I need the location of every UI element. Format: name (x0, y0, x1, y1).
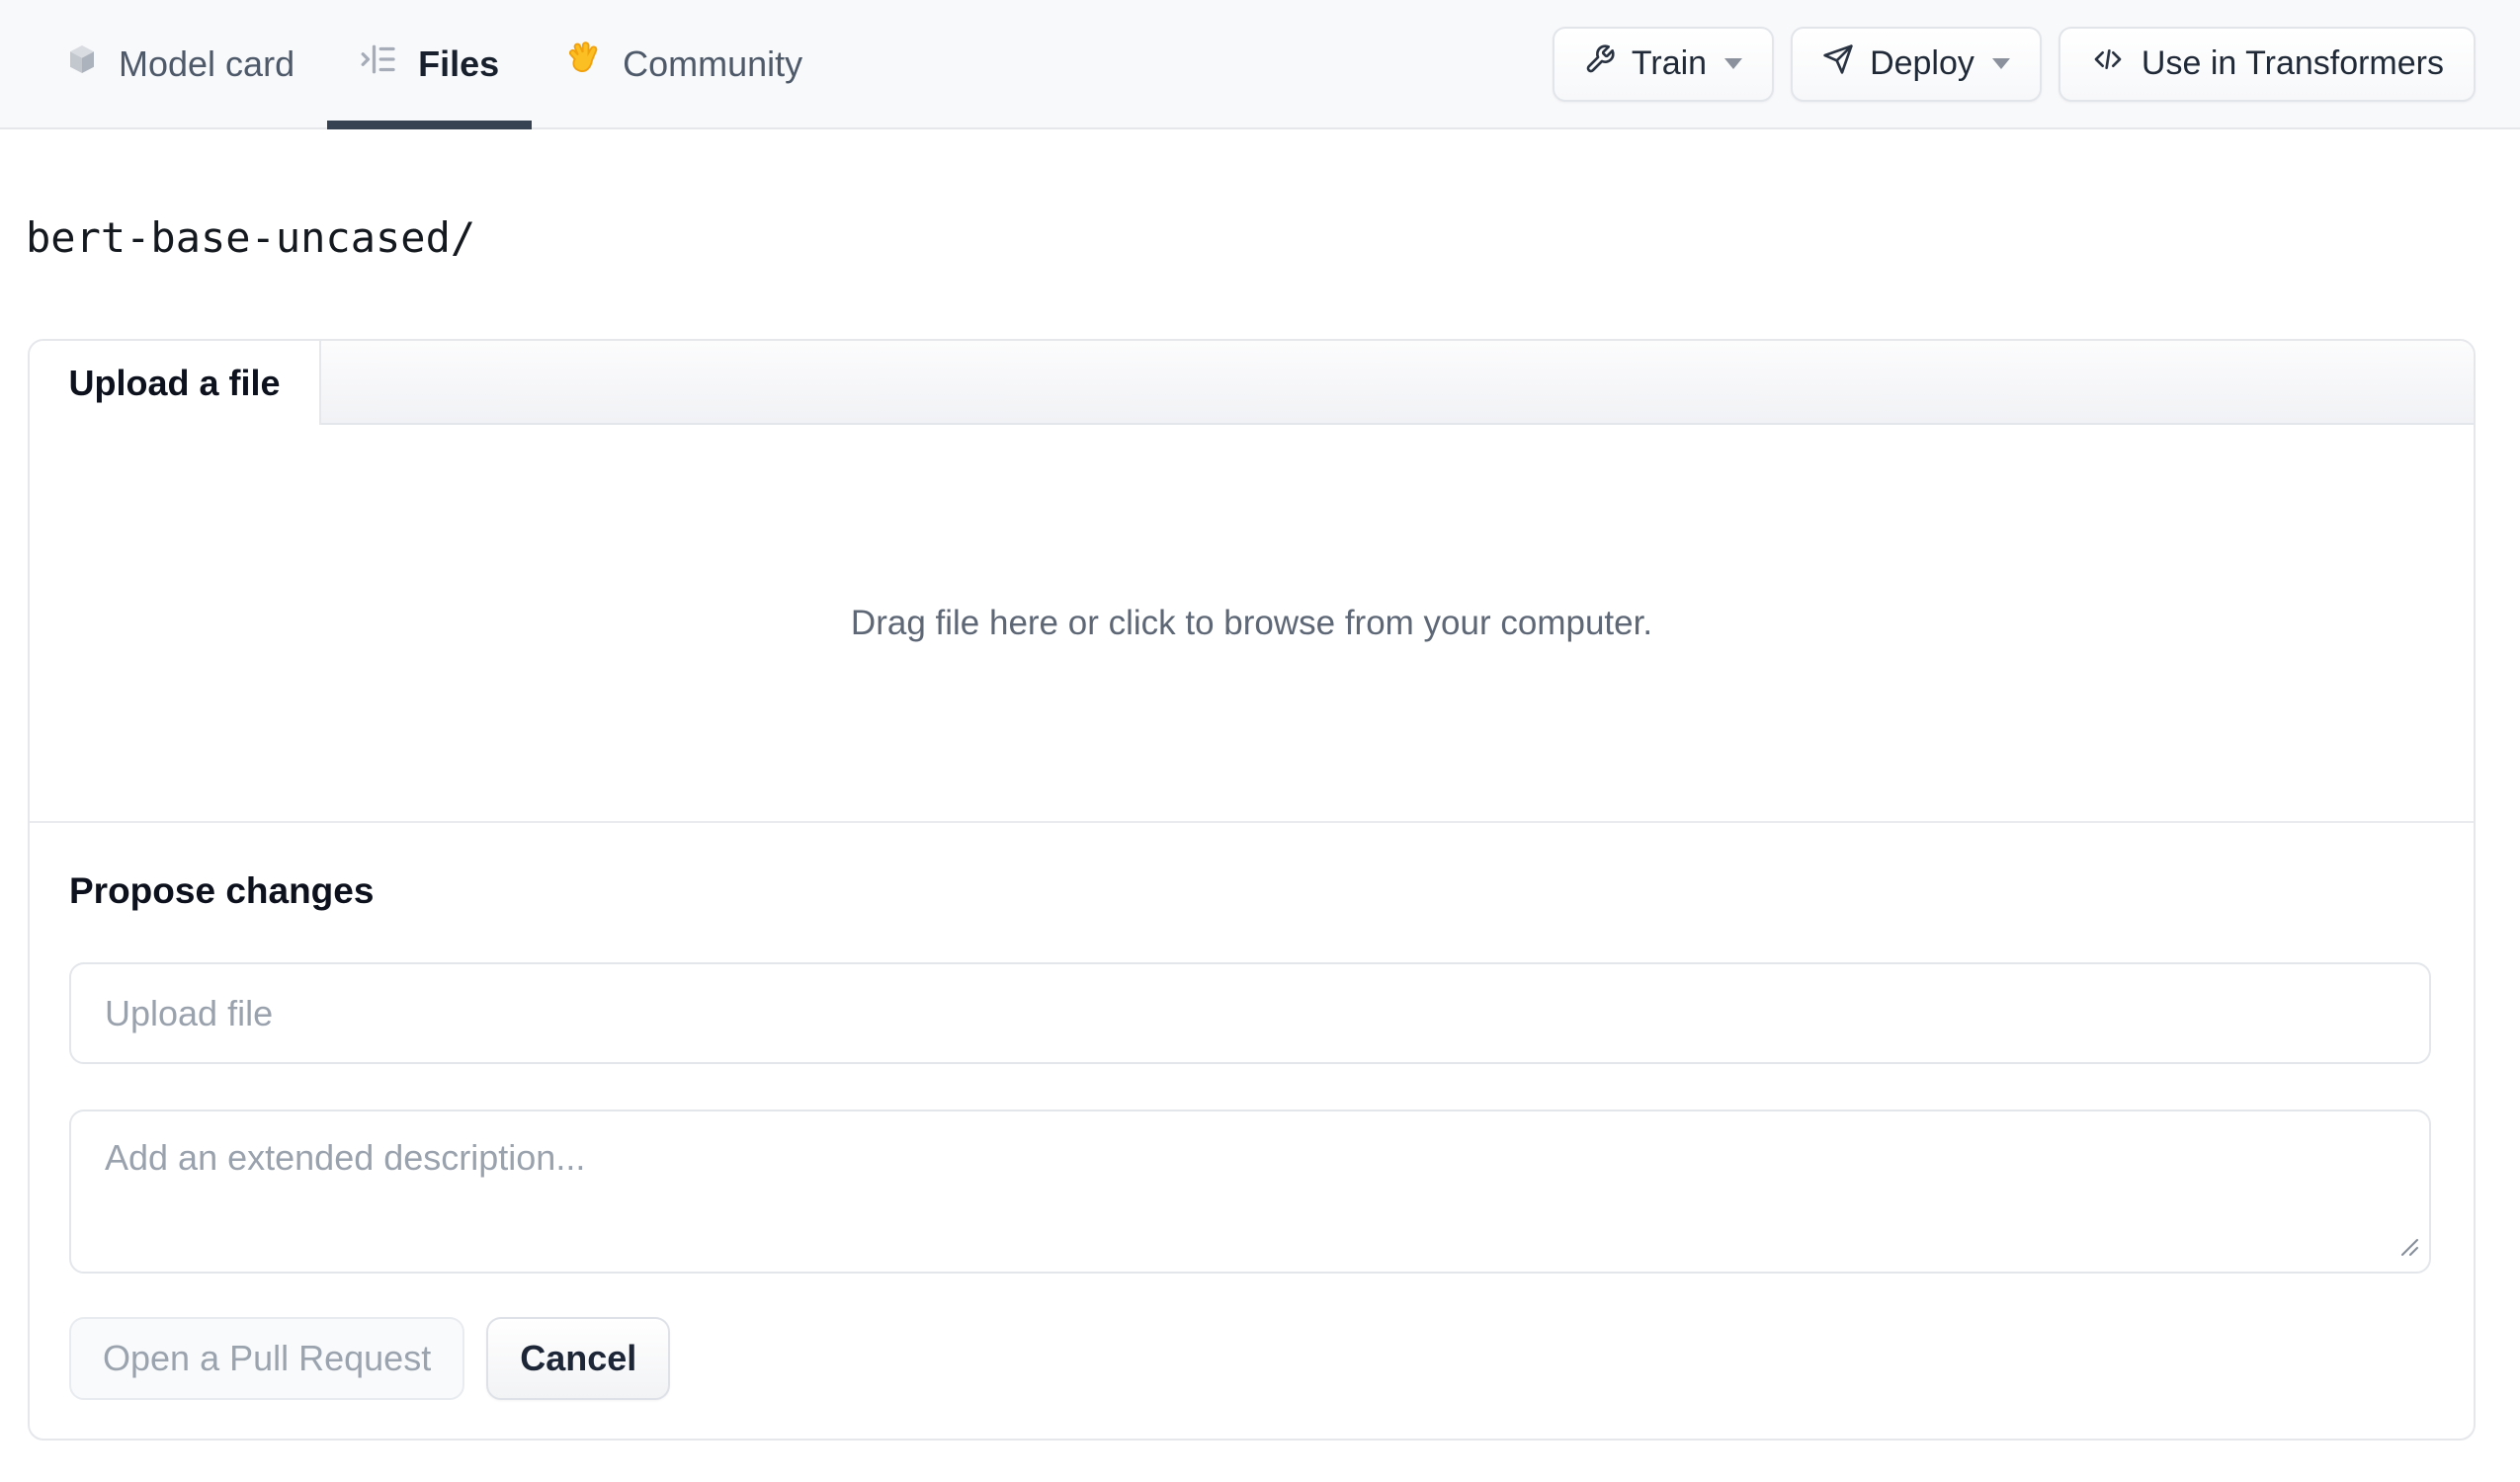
rocket-icon (1822, 43, 1854, 84)
code-icon (2090, 43, 2126, 84)
wrench-icon (1584, 43, 1616, 84)
textarea-resize-handle-icon[interactable] (2397, 1235, 2419, 1262)
train-button[interactable]: Train (1552, 26, 1775, 102)
tab-community[interactable]: Community (532, 0, 835, 127)
use-in-transformers-button[interactable]: Use in Transformers (2058, 26, 2476, 102)
file-dropzone[interactable]: Drag file here or click to browse from y… (30, 425, 2474, 823)
propose-changes-section: Propose changes Open a Pull Request Canc… (30, 823, 2474, 1400)
cube-icon (66, 42, 98, 85)
repo-path-text: bert-base-uncased/ (26, 213, 476, 262)
tabstrip-filler (321, 341, 2474, 425)
open-pull-request-button[interactable]: Open a Pull Request (69, 1317, 465, 1400)
tab-upload-a-file-label: Upload a file (68, 362, 281, 403)
description-field-wrapper (69, 1110, 2431, 1274)
tab-community-label: Community (623, 42, 803, 84)
active-tab-underline (327, 121, 533, 129)
tab-files-label: Files (418, 42, 500, 84)
upload-filename-input[interactable] (69, 962, 2431, 1064)
repo-tabs: Model card Files Community (34, 0, 835, 129)
tab-upload-a-file[interactable]: Upload a file (30, 341, 321, 425)
train-button-label: Train (1631, 44, 1708, 82)
use-in-transformers-label: Use in Transformers (2141, 44, 2444, 82)
file-tree-icon (360, 41, 397, 86)
deploy-button[interactable]: Deploy (1791, 26, 2042, 102)
cancel-button[interactable]: Cancel (486, 1317, 671, 1400)
breadcrumb: bert-base-uncased/ (26, 213, 2520, 262)
upload-card: Upload a file Drag file here or click to… (28, 339, 2476, 1441)
chevron-down-icon (1724, 58, 1743, 69)
tab-model-card-label: Model card (119, 42, 295, 84)
waving-hand-icon (564, 41, 602, 87)
propose-actions-row: Open a Pull Request Cancel (69, 1317, 2431, 1400)
extended-description-textarea[interactable] (69, 1110, 2431, 1274)
repo-nav-bar: Model card Files Community Train Deploy … (0, 0, 2520, 129)
deploy-button-label: Deploy (1870, 44, 1974, 82)
dropzone-hint-text: Drag file here or click to browse from y… (850, 603, 1653, 642)
propose-changes-heading: Propose changes (69, 870, 375, 911)
tab-model-card[interactable]: Model card (34, 0, 327, 127)
repo-action-buttons: Train Deploy Use in Transformers (1552, 0, 2476, 127)
upload-card-tabstrip: Upload a file (30, 341, 2474, 425)
chevron-down-icon (1991, 58, 2010, 69)
tab-files[interactable]: Files (327, 0, 533, 129)
